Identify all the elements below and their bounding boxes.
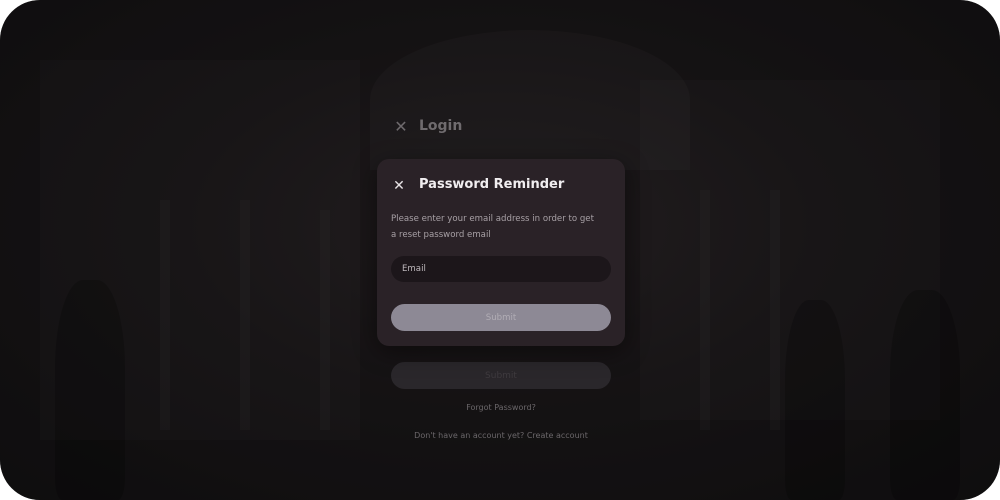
create-account-link[interactable]: Don't have an account yet? Create accoun…: [391, 431, 611, 440]
modal-submit-button[interactable]: Submit: [391, 304, 611, 331]
password-reminder-modal: ✕ Password Reminder Please enter your em…: [377, 159, 625, 346]
login-submit-button[interactable]: Submit: [391, 362, 611, 389]
forgot-password-link[interactable]: Forgot Password?: [391, 403, 611, 412]
modal-close-icon[interactable]: ✕: [391, 178, 407, 194]
login-title: Login: [419, 118, 463, 134]
app-frame: ✕ Login Submit Forgot Password? Don't ha…: [0, 0, 1000, 500]
modal-title: Password Reminder: [419, 177, 565, 192]
login-close-icon[interactable]: ✕: [393, 119, 409, 135]
modal-description: Please enter your email address in order…: [391, 214, 594, 240]
email-input[interactable]: [391, 256, 611, 282]
